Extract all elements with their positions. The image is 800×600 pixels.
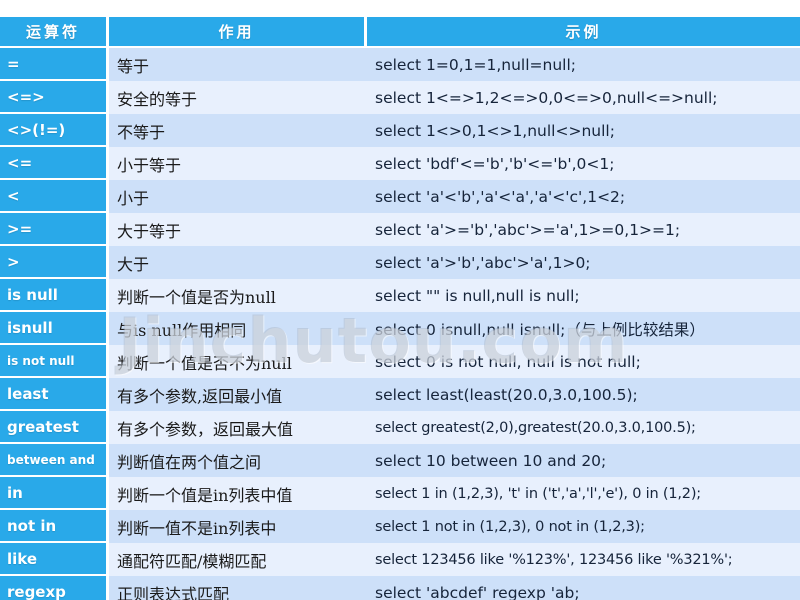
- operator-cell: <: [0, 180, 109, 213]
- description-cell: 大于: [109, 246, 367, 279]
- operator-cell: >: [0, 246, 109, 279]
- table-row: not in 判断一值不是in列表中 select 1 not in (1,2,3)…: [0, 510, 800, 543]
- description-cell: 判断一个值是否不为null: [109, 345, 367, 378]
- operator-cell: <>(!=): [0, 114, 109, 147]
- table-row: regexp 正则表达式匹配 select 'abcdef' regexp 'ab;: [0, 576, 800, 600]
- example-cell: select greatest(2,0),greatest(20.0,3.0,1…: [367, 411, 800, 444]
- table-row: is null 判断一个值是否为null select "" is null,nul…: [0, 279, 800, 312]
- operator-cell: in: [0, 477, 109, 510]
- description-cell: 有多个参数,返回最小值: [109, 378, 367, 411]
- example-cell: select 10 between 10 and 20;: [367, 444, 800, 477]
- example-cell: select 1 in (1,2,3), 't' in ('t','a','l'…: [367, 477, 800, 510]
- operators-table-container: 运算符 作用 示例 = 等于 select 1=0,1=1,null=null; <=…: [0, 17, 800, 600]
- example-cell: select 1=0,1=1,null=null;: [367, 48, 800, 81]
- table-row: >= 大于等于 select 'a'>='b','abc'>='a',1>=0,1>…: [0, 213, 800, 246]
- description-cell: 判断一个值是in列表中值: [109, 477, 367, 510]
- table-row: > 大于 select 'a'>'b','abc'>'a',1>0;: [0, 246, 800, 279]
- example-cell: select 'abcdef' regexp 'ab;: [367, 576, 800, 600]
- example-cell: select 'a'>='b','abc'>='a',1>=0,1>=1;: [367, 213, 800, 246]
- slide-page: Jinchutou.com 运算符 作用 示例 = 等于 select 1=0,1=…: [0, 0, 800, 600]
- sql-operators-table: 运算符 作用 示例 = 等于 select 1=0,1=1,null=null; <=…: [0, 17, 800, 600]
- table-row: least 有多个参数,返回最小值 select least(least(20.0,…: [0, 378, 800, 411]
- example-cell: select least(least(20.0,3.0,100.5);: [367, 378, 800, 411]
- column-header-example: 示例: [367, 17, 800, 48]
- description-cell: 判断一个值是否为null: [109, 279, 367, 312]
- operator-cell: between and: [0, 444, 109, 477]
- operator-cell: greatest: [0, 411, 109, 444]
- table-header: 运算符 作用 示例: [0, 17, 800, 48]
- description-cell: 安全的等于: [109, 81, 367, 114]
- operator-cell: not in: [0, 510, 109, 543]
- column-header-operator: 运算符: [0, 17, 109, 48]
- description-cell: 大于等于: [109, 213, 367, 246]
- example-cell: select 0 isnull,null isnull;（与上例比较结果）: [367, 312, 800, 345]
- example-cell: select 1<>0,1<>1,null<>null;: [367, 114, 800, 147]
- operator-cell: like: [0, 543, 109, 576]
- example-cell: select 0 is not null, null is not null;: [367, 345, 800, 378]
- description-cell: 判断值在两个值之间: [109, 444, 367, 477]
- operator-cell: >=: [0, 213, 109, 246]
- example-cell: select 123456 like '%123%', 123456 like …: [367, 543, 800, 576]
- table-row: in 判断一个值是in列表中值 select 1 in (1,2,3), 't' i…: [0, 477, 800, 510]
- table-row: is not null 判断一个值是否不为null select 0 is not …: [0, 345, 800, 378]
- table-row: isnull 与is null作用相同 select 0 isnull,null i…: [0, 312, 800, 345]
- table-row: <= 小于等于 select 'bdf'<='b','b'<='b',0<1;: [0, 147, 800, 180]
- table-row: <=> 安全的等于 select 1<=>1,2<=>0,0<=>0,null<=>…: [0, 81, 800, 114]
- operator-cell: regexp: [0, 576, 109, 600]
- column-header-description: 作用: [109, 17, 367, 48]
- operator-cell: isnull: [0, 312, 109, 345]
- description-cell: 正则表达式匹配: [109, 576, 367, 600]
- description-cell: 判断一值不是in列表中: [109, 510, 367, 543]
- operator-cell: least: [0, 378, 109, 411]
- header-row: 运算符 作用 示例: [0, 17, 800, 48]
- description-cell: 有多个参数，返回最大值: [109, 411, 367, 444]
- description-cell: 小于等于: [109, 147, 367, 180]
- example-cell: select 'a'<'b','a'<'a','a'<'c',1<2;: [367, 180, 800, 213]
- table-row: <>(!=) 不等于 select 1<>0,1<>1,null<>null;: [0, 114, 800, 147]
- operator-cell: =: [0, 48, 109, 81]
- table-row: < 小于 select 'a'<'b','a'<'a','a'<'c',1<2;: [0, 180, 800, 213]
- operator-cell: is not null: [0, 345, 109, 378]
- description-cell: 与is null作用相同: [109, 312, 367, 345]
- operator-cell: <=: [0, 147, 109, 180]
- example-cell: select 'bdf'<='b','b'<='b',0<1;: [367, 147, 800, 180]
- description-cell: 等于: [109, 48, 367, 81]
- table-row: = 等于 select 1=0,1=1,null=null;: [0, 48, 800, 81]
- operator-cell: <=>: [0, 81, 109, 114]
- example-cell: select 1 not in (1,2,3), 0 not in (1,2,3…: [367, 510, 800, 543]
- operator-cell: is null: [0, 279, 109, 312]
- example-cell: select 'a'>'b','abc'>'a',1>0;: [367, 246, 800, 279]
- table-row: greatest 有多个参数，返回最大值 select greatest(2,0),…: [0, 411, 800, 444]
- example-cell: select "" is null,null is null;: [367, 279, 800, 312]
- table-row: like 通配符匹配/模糊匹配 select 123456 like '%123%'…: [0, 543, 800, 576]
- table-body: = 等于 select 1=0,1=1,null=null; <=> 安全的等于 sele…: [0, 48, 800, 600]
- example-cell: select 1<=>1,2<=>0,0<=>0,null<=>null;: [367, 81, 800, 114]
- description-cell: 小于: [109, 180, 367, 213]
- table-row: between and 判断值在两个值之间 select 10 between 10…: [0, 444, 800, 477]
- description-cell: 通配符匹配/模糊匹配: [109, 543, 367, 576]
- description-cell: 不等于: [109, 114, 367, 147]
